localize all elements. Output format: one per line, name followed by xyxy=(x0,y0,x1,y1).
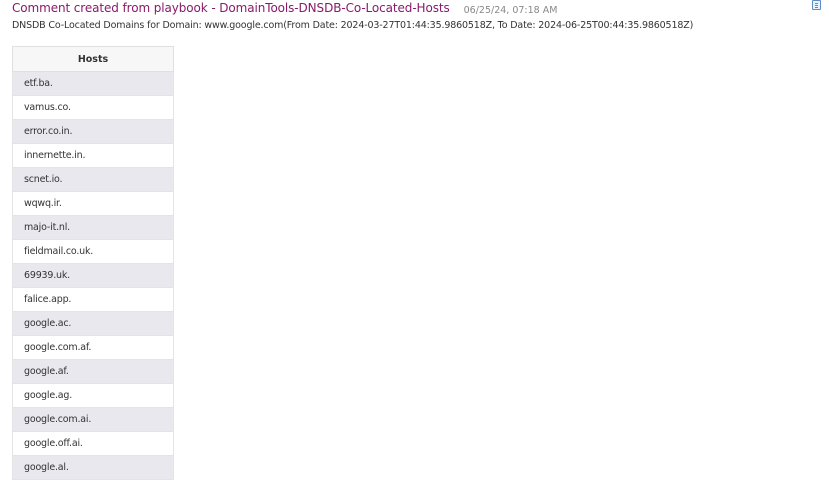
table-row: google.ac. xyxy=(12,311,174,336)
host-cell: google.ag. xyxy=(12,383,174,408)
host-cell: etf.ba. xyxy=(12,71,174,96)
host-cell: google.al. xyxy=(12,455,174,480)
host-cell: google.com.ai. xyxy=(12,407,174,432)
table-row: vamus.co. xyxy=(12,95,174,120)
host-cell: falice.app. xyxy=(12,287,174,312)
table-row: etf.ba. xyxy=(12,71,174,96)
table-row: google.com.ai. xyxy=(12,407,174,432)
comment-title: Comment created from playbook - DomainTo… xyxy=(12,1,450,15)
table-row: scnet.io. xyxy=(12,167,174,192)
host-cell: google.ac. xyxy=(12,311,174,336)
hosts-table: Hosts etf.ba. vamus.co. error.co.in. inn… xyxy=(12,46,174,480)
table-row: fieldmail.co.uk. xyxy=(12,239,174,264)
table-header-row: Hosts xyxy=(12,46,174,72)
comment-header: Comment created from playbook - DomainTo… xyxy=(12,0,829,17)
table-row: error.co.in. xyxy=(12,119,174,144)
host-cell: error.co.in. xyxy=(12,119,174,144)
table-row: google.ag. xyxy=(12,383,174,408)
host-cell: google.af. xyxy=(12,359,174,384)
comment-timestamp: 06/25/24, 07:18 AM xyxy=(463,5,558,16)
table-row: falice.app. xyxy=(12,287,174,312)
host-cell: innernette.in. xyxy=(12,143,174,168)
host-cell: google.off.ai. xyxy=(12,431,174,456)
table-row: google.af. xyxy=(12,359,174,384)
table-row: innernette.in. xyxy=(12,143,174,168)
column-header-hosts: Hosts xyxy=(12,46,174,72)
host-cell: wqwq.ir. xyxy=(12,191,174,216)
comment-entry: Comment created from playbook - DomainTo… xyxy=(12,0,829,31)
host-cell: scnet.io. xyxy=(12,167,174,192)
host-cell: fieldmail.co.uk. xyxy=(12,239,174,264)
table-row: 69939.uk. xyxy=(12,263,174,288)
host-cell: majo-it.nl. xyxy=(12,215,174,240)
table-row: google.al. xyxy=(12,455,174,480)
table-row: google.com.af. xyxy=(12,335,174,360)
table-row: google.off.ai. xyxy=(12,431,174,456)
host-cell: vamus.co. xyxy=(12,95,174,120)
comment-body: DNSDB Co-Located Domains for Domain: www… xyxy=(12,20,694,31)
host-cell: 69939.uk. xyxy=(12,263,174,288)
document-list-icon[interactable] xyxy=(812,0,821,10)
table-row: majo-it.nl. xyxy=(12,215,174,240)
host-cell: google.com.af. xyxy=(12,335,174,360)
table-row: wqwq.ir. xyxy=(12,191,174,216)
